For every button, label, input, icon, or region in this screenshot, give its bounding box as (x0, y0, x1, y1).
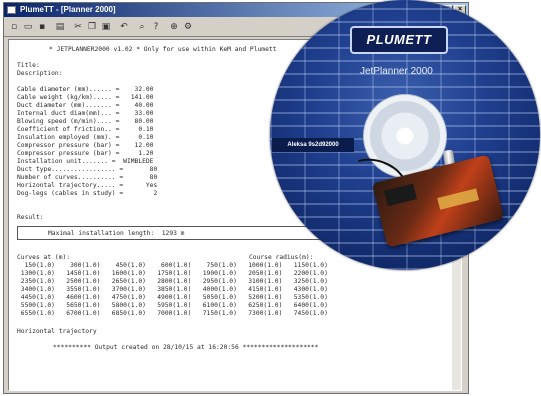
undo-icon[interactable]: ↶ (118, 21, 130, 33)
cd-badge: Aleksa 9s2d92000 (272, 138, 354, 152)
param-line: Number of curves.......... = 80 (17, 174, 158, 181)
app-icon (7, 6, 16, 14)
param-line: Blowing speed (m/min).... = 80.00 (17, 118, 154, 125)
param-line: Duct diameter (mm)....... = 40.00 (17, 102, 154, 109)
help-icon[interactable]: ? (150, 21, 162, 33)
output-footer: ********** Output created on 28/10/15 at… (53, 344, 319, 351)
save-icon[interactable]: ▪ (36, 21, 48, 33)
param-line: Cable weight (kg/km)..... = 141.00 (17, 94, 154, 101)
print-icon[interactable]: ▤ (54, 21, 66, 33)
param-line: Dog-legs (cables in study) = 2 (17, 190, 158, 197)
result-line: Maximal installation length: 1293 m (48, 230, 185, 237)
param-line: Duct type................. = 80 (17, 166, 158, 173)
title-label: Title: (17, 62, 40, 69)
settings-icon[interactable]: ⚙ (182, 21, 194, 33)
param-line: Installation unit....... = WIMBLEDE (17, 158, 154, 165)
curves-row: 3400(1.0) 3550(1.0) 3700(1.0) 3850(1.0) … (17, 286, 328, 293)
description-label: Description: (17, 70, 63, 77)
open-icon[interactable]: ▭ (22, 21, 34, 33)
zoom-icon[interactable]: ⊕ (168, 21, 180, 33)
result-label: Result: (17, 214, 44, 221)
curves-row: 1300(1.0) 1450(1.0) 1600(1.0) 1750(1.0) … (17, 270, 328, 277)
curves-label: Curves at (m): (17, 254, 71, 261)
window-title: PlumeTT - [Planner 2000] (20, 5, 116, 14)
cd-product-name: JetPlanner 2000 (360, 66, 433, 77)
find-icon[interactable]: ⌕ (136, 21, 148, 33)
trajectory-label: Horizontal trajectory (17, 328, 97, 335)
param-line: Cable diameter (mm)...... = 32.00 (17, 86, 154, 93)
new-icon[interactable]: ▫ (8, 21, 20, 33)
param-line: Horizontal trajectory..... = Yes (17, 182, 158, 189)
cd-disc: PLUMETT JetPlanner 2000 Aleksa 9s2d92000 (270, 0, 540, 270)
curves-row: 4450(1.0) 4600(1.0) 4750(1.0) 4900(1.0) … (17, 294, 328, 301)
curves-row: 6550(1.0) 6700(1.0) 6850(1.0) 7000(1.0) … (17, 310, 328, 317)
cut-icon[interactable]: ✂ (72, 21, 84, 33)
copy-icon[interactable]: ❐ (86, 21, 98, 33)
param-line: Compressor pressure (bar) = 1.20 (17, 150, 154, 157)
cd-brand-logo: PLUMETT (350, 26, 448, 54)
curves-row: 5500(1.0) 5650(1.0) 5800(1.0) 5950(1.0) … (17, 302, 328, 309)
doc-header: * JETPLANNER2000 v1.02 * Only for use wi… (49, 46, 277, 53)
param-line: Insulation employed (mm). = 0.10 (17, 134, 154, 141)
param-line: Coefficient of friction.. = 0.10 (17, 126, 154, 133)
param-line: Internal duct diam(mm)... = 33.00 (17, 110, 154, 117)
paste-icon[interactable]: ▣ (100, 21, 112, 33)
param-line: Compressor pressure (bar) = 12.00 (17, 142, 154, 149)
curves-row: 2350(1.0) 2500(1.0) 2650(1.0) 2800(1.0) … (17, 278, 328, 285)
